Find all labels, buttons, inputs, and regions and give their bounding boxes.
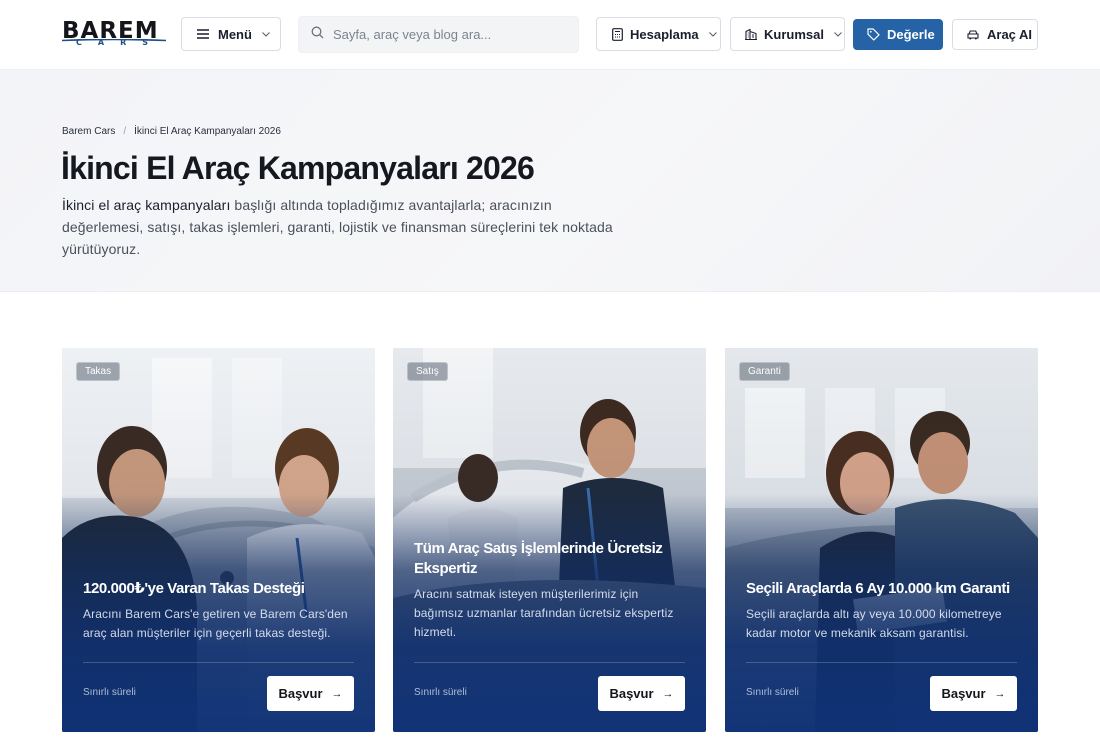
apply-button[interactable]: Başvur →	[267, 676, 354, 711]
page-title: İkinci El Araç Kampanyaları 2026	[61, 150, 535, 186]
arrow-right-icon: →	[994, 687, 1006, 700]
search-input[interactable]	[333, 27, 553, 42]
search-bar[interactable]	[298, 16, 579, 53]
valuation-label: Değerle	[887, 27, 935, 42]
card-description: Seçili araçlarda altı ay veya 10.000 kil…	[746, 607, 1002, 640]
card-overlay	[725, 348, 1038, 732]
apply-button-label: Başvur	[609, 686, 654, 701]
card-title: 120.000₺'ye Varan Takas Desteği	[83, 580, 305, 597]
menu-button[interactable]: Menü	[181, 17, 281, 51]
car-ai-label: Araç AI	[987, 27, 1033, 42]
card-description: Aracını Barem Cars'e getiren ve Barem Ca…	[83, 607, 348, 640]
apply-button[interactable]: Başvur →	[598, 676, 685, 711]
card-limited-label: Sınırlı süreli	[746, 687, 799, 698]
valuation-button[interactable]: Değerle	[853, 19, 943, 50]
card-limited-label: Sınırlı süreli	[414, 687, 467, 698]
card-overlay	[62, 348, 375, 732]
chevron-down-icon	[833, 29, 843, 39]
chevron-down-icon	[708, 29, 718, 39]
apply-button[interactable]: Başvur →	[930, 676, 1017, 711]
card-tag: Garanti	[739, 362, 790, 381]
card-limited-label: Sınırlı süreli	[83, 687, 136, 698]
hamburger-icon	[196, 27, 210, 41]
calculator-icon	[610, 27, 624, 41]
calculation-dropdown-button[interactable]: Hesaplama	[596, 17, 721, 51]
campaign-card-trade-in[interactable]: Takas 120.000₺'ye Varan Takas Desteği Ar…	[62, 348, 375, 732]
building-icon	[744, 27, 758, 41]
apply-button-label: Başvur	[941, 686, 986, 701]
breadcrumb-current: İkinci El Araç Kampanyaları 2026	[134, 126, 281, 137]
site-header: BAREM CARS Menü Hesaplama Kurumsal	[0, 0, 1100, 70]
calculation-label: Hesaplama	[630, 26, 699, 42]
card-tag: Satış	[407, 362, 448, 381]
corporate-label: Kurumsal	[764, 26, 824, 42]
card-description: Aracını satmak isteyen müşterilerimiz iç…	[414, 587, 674, 639]
hero-section: Barem Cars / İkinci El Araç Kampanyaları…	[0, 70, 1100, 292]
card-tag: Takas	[76, 362, 121, 381]
arrow-right-icon: →	[331, 687, 343, 700]
page-lead: İkinci el araç kampanyaları başlığı altı…	[62, 194, 622, 260]
card-divider	[746, 662, 1017, 663]
breadcrumb: Barem Cars / İkinci El Araç Kampanyaları…	[62, 126, 281, 137]
menu-label: Menü	[218, 26, 252, 42]
card-divider	[414, 662, 685, 663]
logo-subtext: CARS	[76, 38, 164, 47]
car-ai-button[interactable]: Araç AI	[952, 19, 1038, 50]
campaign-card-sales[interactable]: Satış Tüm Araç Satış İşlemlerinde Ücrets…	[393, 348, 706, 732]
chevron-down-icon	[261, 29, 271, 39]
corporate-dropdown-button[interactable]: Kurumsal	[730, 17, 845, 51]
card-divider	[83, 662, 354, 663]
apply-button-label: Başvur	[278, 686, 323, 701]
campaign-card-warranty[interactable]: Garanti Seçili Araçlarda 6 Ay 10.000 km …	[725, 348, 1038, 732]
barem-cars-logo[interactable]: BAREM CARS	[62, 19, 166, 49]
breadcrumb-separator: /	[123, 126, 127, 137]
search-icon	[311, 26, 324, 44]
card-title: Tüm Araç Satış İşlemlerinde Ücretsiz Eks…	[414, 540, 663, 577]
card-title: Seçili Araçlarda 6 Ay 10.000 km Garanti	[746, 580, 1010, 597]
breadcrumb-home-link[interactable]: Barem Cars	[62, 126, 115, 137]
car-icon	[966, 28, 980, 42]
lead-highlight: İkinci el araç kampanyaları	[62, 197, 231, 213]
arrow-right-icon: →	[662, 687, 674, 700]
price-tag-icon	[866, 28, 880, 42]
